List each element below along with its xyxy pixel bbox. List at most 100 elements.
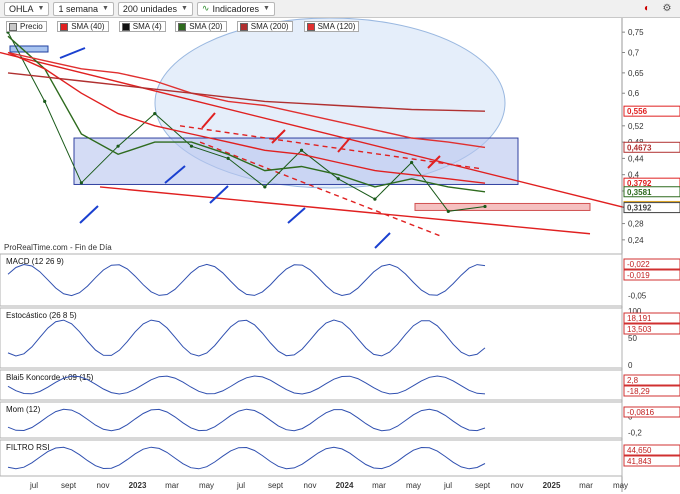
price-point bbox=[336, 177, 340, 181]
ticker-select[interactable]: OHLA ▼ bbox=[4, 1, 50, 16]
legend-swatch bbox=[178, 22, 187, 31]
macd-badge-label: -0,019 bbox=[627, 271, 650, 280]
x-axis-label: jul bbox=[443, 481, 452, 490]
price-point bbox=[226, 156, 230, 160]
stoch-panel-title: Estocástico (26 8 5) bbox=[6, 311, 77, 320]
legend-item[interactable]: SMA (120) bbox=[303, 21, 360, 32]
price-badge-label: 0,556 bbox=[627, 107, 648, 116]
color-icon[interactable]: ◐ bbox=[640, 2, 654, 16]
mom-panel-title: Mom (12) bbox=[6, 405, 41, 414]
units-select[interactable]: 200 unidades ▼ bbox=[117, 1, 193, 16]
indicators-icon: ∿ bbox=[201, 3, 210, 13]
rsi-badge-label: 44,650 bbox=[627, 446, 652, 455]
price-point bbox=[43, 99, 47, 103]
legend-item[interactable]: SMA (200) bbox=[236, 21, 293, 32]
y-tick-label: 0,24 bbox=[628, 236, 644, 245]
price-point bbox=[116, 144, 120, 148]
chevron-down-icon: ▼ bbox=[37, 5, 45, 12]
y-tick-label: 0,7 bbox=[628, 49, 640, 58]
support-zone bbox=[73, 137, 519, 185]
blai-badge-label: -18,29 bbox=[627, 387, 650, 396]
chart-area[interactable]: 0,750,70,650,60,520,480,440,40,360,320,2… bbox=[0, 17, 680, 492]
y-tick-label: 0,28 bbox=[628, 220, 644, 229]
period-label: 1 semana bbox=[58, 3, 98, 14]
price-point bbox=[373, 197, 377, 201]
x-axis-label: 2025 bbox=[543, 481, 561, 490]
x-axis-label: 2023 bbox=[129, 481, 147, 490]
macd-badge-label: -0,022 bbox=[627, 260, 650, 269]
stoch-panel-frame bbox=[0, 307, 623, 369]
price-point bbox=[299, 148, 304, 152]
price-point bbox=[263, 185, 267, 189]
y-tick-label: 0,75 bbox=[628, 28, 644, 37]
legend-swatch bbox=[60, 22, 69, 31]
units-label: 200 unidades bbox=[122, 3, 177, 14]
chevron-down-icon: ▼ bbox=[180, 5, 188, 12]
chevron-down-icon: ▼ bbox=[263, 5, 270, 12]
legend-label: SMA (120) bbox=[317, 22, 356, 31]
mom-tick-label: -0,2 bbox=[628, 429, 642, 438]
source-label: ProRealTime.com - Fin de Día bbox=[4, 243, 112, 252]
rsi-panel-title: FILTRO RSI bbox=[6, 443, 49, 452]
x-axis-label: sept bbox=[268, 481, 284, 490]
price-point bbox=[410, 160, 414, 165]
legend-item[interactable]: SMA (20) bbox=[175, 21, 227, 32]
chart-svg[interactable]: 0,750,70,650,60,520,480,440,40,360,320,2… bbox=[0, 17, 680, 492]
x-axis-label: mar bbox=[579, 481, 593, 490]
y-tick-label: 0,44 bbox=[628, 154, 644, 163]
stoch-tick-label: 50 bbox=[628, 334, 637, 343]
toolbar: OHLA ▼ 1 semana ▼ 200 unidades ▼ ∿ Indicador… bbox=[0, 0, 680, 18]
macd-tick-label: -0,05 bbox=[628, 292, 647, 301]
legend-label: Precio bbox=[20, 22, 43, 31]
x-axis-label: may bbox=[613, 481, 628, 490]
legend-swatch bbox=[121, 22, 130, 31]
legend-label: SMA (20) bbox=[189, 22, 223, 31]
x-axis-label: jul bbox=[236, 481, 245, 490]
y-tick-label: 0,52 bbox=[628, 122, 644, 131]
price-point bbox=[189, 144, 194, 148]
period-select[interactable]: 1 semana ▼ bbox=[53, 1, 114, 16]
settings-icon[interactable]: ⚙ bbox=[660, 2, 674, 16]
x-axis-label: 2024 bbox=[336, 481, 354, 490]
x-axis-label: nov bbox=[304, 481, 317, 490]
x-axis-label: may bbox=[199, 481, 214, 490]
legend-item[interactable]: SMA (4) bbox=[118, 21, 166, 32]
x-axis-label: jul bbox=[29, 481, 38, 490]
legend-swatch bbox=[239, 22, 248, 31]
mom-badge-label: -0,0816 bbox=[627, 408, 655, 417]
x-axis-label: sept bbox=[475, 481, 491, 490]
price-badge-label: 0,3581 bbox=[627, 188, 652, 197]
price-point bbox=[446, 209, 450, 213]
legend-swatch bbox=[9, 22, 17, 31]
price-point bbox=[79, 181, 83, 185]
indicators-label: Indicadores bbox=[212, 3, 259, 14]
x-axis-label: sept bbox=[61, 481, 77, 490]
price-badge-label: 0,3192 bbox=[627, 204, 652, 213]
stoch-badge-label: 13,503 bbox=[627, 325, 652, 334]
y-tick-label: 0,6 bbox=[628, 89, 640, 98]
stoch-tick-label: 0 bbox=[628, 361, 633, 370]
legend-label: SMA (200) bbox=[250, 22, 289, 31]
x-axis-label: mar bbox=[165, 481, 179, 490]
legend-item[interactable]: SMA (40) bbox=[57, 21, 109, 32]
chevron-down-icon: ▼ bbox=[101, 5, 109, 12]
legend-label: SMA (40) bbox=[71, 22, 105, 31]
ticker-label: OHLA bbox=[9, 3, 34, 14]
price-point bbox=[153, 112, 157, 116]
x-axis-label: nov bbox=[97, 481, 110, 490]
x-axis-label: nov bbox=[511, 481, 524, 490]
legend-label: SMA (4) bbox=[132, 22, 162, 31]
legend-item[interactable]: Precio bbox=[6, 21, 47, 32]
x-axis-label: mar bbox=[372, 481, 386, 490]
indicators-button[interactable]: ∿ Indicadores ▼ bbox=[196, 1, 275, 16]
mom-panel-frame bbox=[0, 401, 623, 439]
target-zone bbox=[414, 202, 591, 211]
x-axis-label: may bbox=[406, 481, 421, 490]
rsi-badge-label: 41,843 bbox=[627, 457, 652, 466]
price-badge-label: 0,4673 bbox=[627, 143, 652, 152]
stoch-badge-label: 18,191 bbox=[627, 314, 652, 323]
legend-swatch bbox=[306, 22, 315, 31]
y-tick-label: 0,65 bbox=[628, 69, 644, 78]
macd-panel-title: MACD (12 26 9) bbox=[6, 257, 64, 266]
price-point bbox=[483, 204, 487, 209]
